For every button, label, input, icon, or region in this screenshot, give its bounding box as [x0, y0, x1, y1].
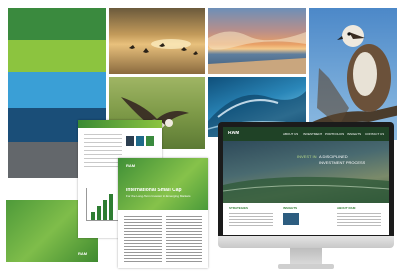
website-hero: INVEST IN A DISCIPLINED INVESTMENT PROCE… [223, 141, 389, 203]
website-nav-contact[interactable]: CONTACT US [365, 133, 384, 136]
brochure-body-right [166, 216, 202, 264]
folder-logo: RAM [78, 252, 88, 255]
brochure-body-left [124, 216, 162, 264]
monitor-chin [218, 236, 394, 248]
report-thumbnail-1 [126, 136, 134, 146]
report-thumbnail-2 [136, 136, 144, 146]
monitor-stand [290, 248, 322, 264]
website-hero-kicker: INVEST IN [297, 155, 317, 159]
monitor: RAM ABOUT US INVESTMENT PORTFOLIOS INSIG… [218, 122, 394, 240]
report-thumbnail-3 [146, 136, 154, 146]
website-logo: RAM [228, 131, 240, 136]
website-hero-line1: A DISCIPLINED [319, 155, 348, 159]
brochure-cover: RAM International Small Cap For the Long… [118, 158, 208, 210]
report-header-band [78, 120, 162, 128]
website-column-about-title: ABOUT RAM [337, 207, 356, 210]
swatch-light-green [8, 40, 106, 72]
website-column-strategies-title: STRATEGIES [229, 207, 248, 210]
swatch-sky-blue [8, 72, 106, 108]
monitor-base [278, 264, 334, 269]
website-screen: RAM ABOUT US INVESTMENT PORTFOLIOS INSIG… [223, 127, 389, 235]
brochure-logo: RAM [126, 164, 136, 167]
website-header: RAM ABOUT US INVESTMENT PORTFOLIOS INSIG… [223, 127, 389, 141]
report-chart [86, 188, 121, 221]
swatch-dark-green [8, 8, 106, 40]
website-hero-line2: INVESTMENT PROCESS [319, 161, 366, 165]
photo-osprey-perched [309, 8, 397, 140]
website-column-insights[interactable]: INSIGHTS [283, 207, 329, 233]
website-nav-investment[interactable]: INVESTMENT [303, 133, 322, 136]
brochure-subtitle: For the Long-Term Investor in Emerging M… [126, 195, 191, 198]
brochure-title: International Small Cap [126, 188, 182, 193]
website-column-insights-title: INSIGHTS [283, 207, 298, 210]
website-column-strategies[interactable]: STRATEGIES [229, 207, 275, 233]
photo-birds-sunset [109, 8, 205, 74]
report-text-lines [84, 134, 122, 170]
brochure-sheet: RAM International Small Cap For the Long… [118, 158, 208, 268]
website-nav-portfolios[interactable]: PORTFOLIOS [325, 133, 344, 136]
website-nav-insights[interactable]: INSIGHTS [347, 133, 361, 136]
website-nav-about[interactable]: ABOUT US [283, 133, 298, 136]
website-column-about[interactable]: ABOUT RAM [337, 207, 383, 233]
photo-sea-sunset [208, 8, 306, 74]
